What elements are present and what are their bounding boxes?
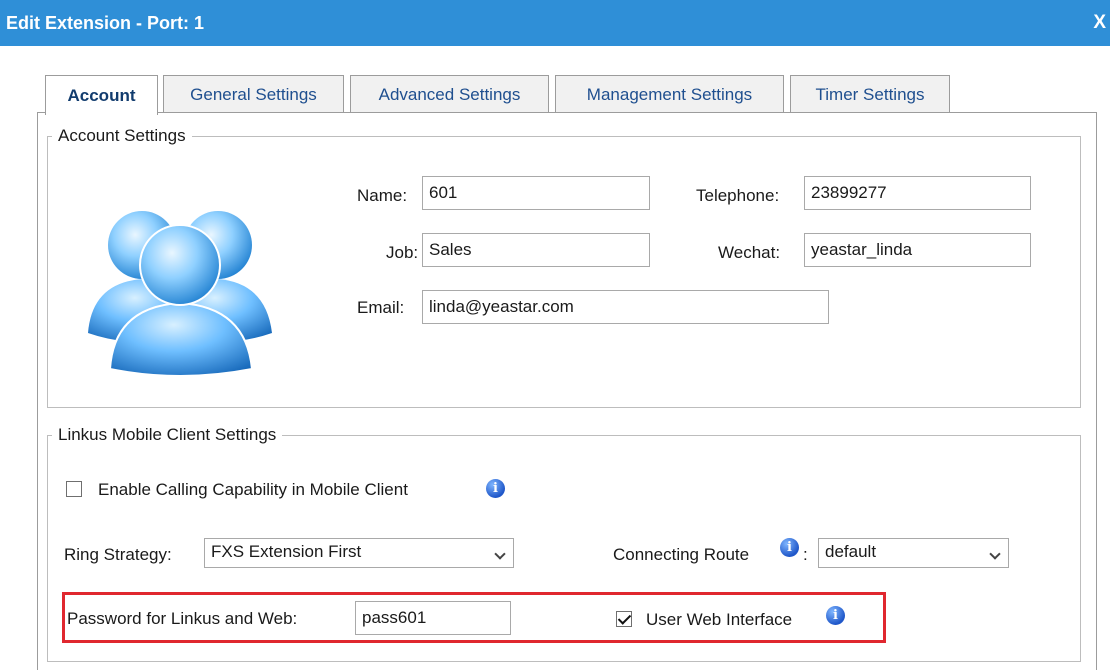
name-input[interactable] [422,176,650,210]
users-group-icon [84,183,276,376]
tab-label: Management Settings [586,84,753,104]
telephone-label: Telephone: [696,186,780,205]
tab-advanced-settings[interactable]: Advanced Settings [350,75,549,113]
connecting-route-value: default [825,542,877,561]
telephone-input[interactable] [804,176,1031,210]
enable-calling-checkbox[interactable] [66,481,82,497]
account-settings-legend: Account Settings [58,126,186,145]
tab-label: General Settings [190,84,317,104]
chevron-down-icon [494,548,506,560]
user-web-interface-checkbox[interactable] [616,611,632,627]
tab-general-settings[interactable]: General Settings [163,75,344,113]
tab-label: Account [67,85,136,105]
info-icon[interactable]: i [826,606,845,625]
wechat-label: Wechat: [718,243,781,262]
name-label: Name: [357,186,408,205]
connecting-route-colon: : [803,545,808,564]
email-label: Email: [357,298,405,317]
job-input[interactable] [422,233,650,267]
connecting-route-select[interactable]: default [818,538,1009,568]
tab-label: Advanced Settings [378,84,521,104]
connecting-route-label: Connecting Route [613,545,750,564]
dialog-titlebar: Edit Extension - Port: 1 X [0,0,1110,46]
ring-strategy-label: Ring Strategy: [64,545,172,564]
close-button[interactable]: X [1093,12,1106,34]
info-icon[interactable]: i [780,538,799,557]
tab-label: Timer Settings [815,84,925,104]
email-input[interactable] [422,290,829,324]
tab-timer-settings[interactable]: Timer Settings [790,75,950,113]
wechat-input[interactable] [804,233,1031,267]
dialog-title: Edit Extension - Port: 1 [6,13,205,33]
user-web-interface-label: User Web Interface [646,610,793,629]
info-icon[interactable]: i [486,479,505,498]
password-label: Password for Linkus and Web: [67,609,298,628]
linkus-settings-legend: Linkus Mobile Client Settings [58,425,277,444]
tab-account[interactable]: Account [45,75,158,115]
job-label: Job: [386,243,419,262]
ring-strategy-select[interactable]: FXS Extension First [204,538,514,568]
chevron-down-icon [989,548,1001,560]
password-input[interactable] [355,601,511,635]
tab-management-settings[interactable]: Management Settings [555,75,784,113]
ring-strategy-value: FXS Extension First [211,542,362,561]
enable-calling-label: Enable Calling Capability in Mobile Clie… [98,480,408,499]
